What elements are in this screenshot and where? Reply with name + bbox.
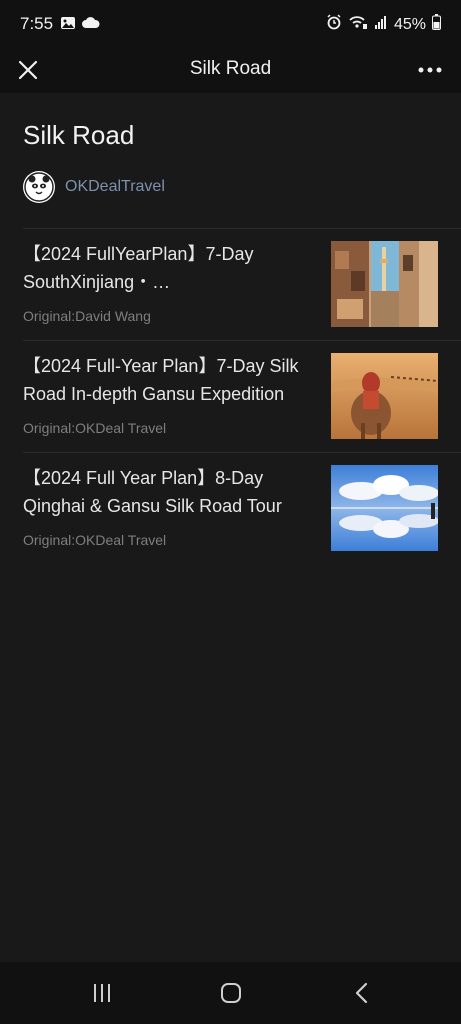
cloud-icon — [82, 15, 100, 36]
battery-percent: 45% — [393, 15, 426, 33]
status-bar: 7:55 45% — [0, 0, 461, 48]
status-time: 7:55 — [20, 14, 54, 33]
recent-apps-button[interactable] — [82, 978, 122, 1008]
page-title: Silk Road — [23, 120, 135, 150]
salt-lake-sky-image[interactable] — [331, 465, 438, 551]
more-button[interactable] — [415, 55, 445, 85]
article-source: Original:OKDeal Travel — [23, 420, 167, 436]
home-button[interactable] — [211, 978, 251, 1008]
nav-title: Silk Road — [189, 58, 272, 79]
back-icon — [355, 982, 368, 1004]
signal-icon — [374, 15, 388, 34]
list-item[interactable]: 【2024 FullYearPlan】7-Day SouthXinjiang・…… — [0, 229, 461, 340]
home-icon — [221, 983, 241, 1003]
image-icon — [60, 15, 76, 36]
system-nav-bar — [0, 962, 461, 1024]
author-name-link[interactable]: OKDealTravel — [65, 178, 165, 196]
recent-apps-icon — [94, 984, 110, 1002]
article-title[interactable]: 【2024 Full Year Plan】8-Day Qinghai & Gan… — [23, 464, 323, 520]
avatar[interactable] — [23, 171, 55, 203]
alarm-icon — [326, 14, 342, 35]
xinjiang-street-image[interactable] — [331, 241, 438, 327]
camel-desert-image[interactable] — [331, 353, 438, 439]
back-button[interactable] — [341, 978, 381, 1008]
panda-logo-icon — [24, 172, 54, 202]
more-dots-icon — [418, 67, 442, 73]
article-source: Original:David Wang — [23, 308, 151, 324]
article-title[interactable]: 【2024 FullYearPlan】7-Day SouthXinjiang・… — [23, 240, 323, 296]
top-nav-bar: Silk Road — [0, 48, 461, 93]
author-row[interactable]: OKDealTravel — [23, 171, 165, 203]
wifi-calling-icon — [348, 14, 368, 35]
article-list: 【2024 FullYearPlan】7-Day SouthXinjiang・…… — [0, 228, 461, 564]
list-item[interactable]: 【2024 Full Year Plan】8-Day Qinghai & Gan… — [0, 453, 461, 564]
article-title[interactable]: 【2024 Full-Year Plan】7-Day Silk Road In-… — [23, 352, 323, 408]
battery-icon — [432, 14, 441, 35]
list-item[interactable]: 【2024 Full-Year Plan】7-Day Silk Road In-… — [0, 341, 461, 452]
article-source: Original:OKDeal Travel — [23, 532, 167, 548]
